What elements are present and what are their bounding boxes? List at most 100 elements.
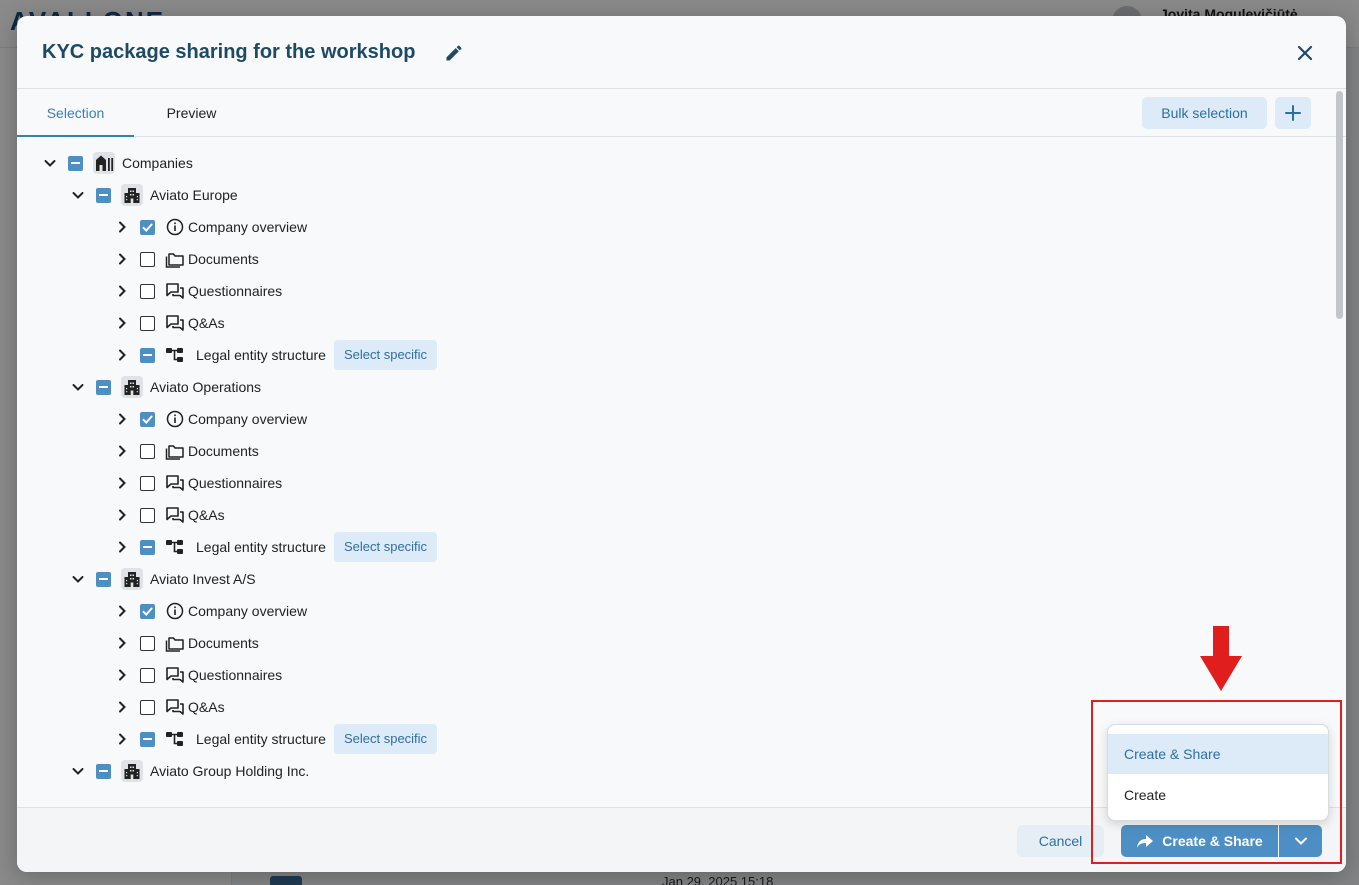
hierarchy-icon: [164, 536, 186, 558]
tree-row-item[interactable]: Documents: [114, 435, 259, 467]
tree-row-company[interactable]: Aviato Operations: [70, 371, 261, 403]
item-label: Company overview: [188, 603, 308, 619]
item-label: Q&As: [188, 507, 225, 523]
tree-row-item[interactable]: Company overview: [114, 595, 307, 627]
scrollbar[interactable]: [1336, 91, 1343, 319]
tree-row-item[interactable]: Q&As: [114, 499, 225, 531]
add-button[interactable]: [1275, 97, 1311, 129]
chat-icon: [164, 504, 186, 526]
highlight-box: [1091, 700, 1342, 864]
item-label: Legal entity structure: [196, 539, 326, 555]
item-label: Documents: [188, 443, 259, 459]
tab-bar: Selection Preview Bulk selection: [17, 89, 1346, 137]
company-name: Aviato Invest A/S: [150, 571, 256, 587]
folder-icon: [164, 248, 186, 270]
item-checkbox[interactable]: [140, 731, 155, 747]
tree-row-item[interactable]: Questionnaires: [114, 659, 282, 691]
tree-row-item[interactable]: Documents: [114, 627, 259, 659]
chevron-right-icon[interactable]: [114, 475, 130, 491]
item-checkbox[interactable]: [140, 219, 155, 235]
chat-icon: [164, 472, 186, 494]
item-checkbox[interactable]: [140, 667, 155, 683]
select-specific-button[interactable]: Select specific: [333, 532, 438, 562]
info-icon: [164, 216, 186, 238]
company-checkbox[interactable]: [96, 187, 111, 203]
item-checkbox[interactable]: [140, 475, 155, 491]
item-checkbox[interactable]: [140, 507, 155, 523]
company-checkbox[interactable]: [96, 379, 111, 395]
tree-row-companies[interactable]: Companies: [42, 147, 193, 179]
chat-icon: [164, 664, 186, 686]
tab-preview[interactable]: Preview: [134, 89, 249, 137]
select-specific-button[interactable]: Select specific: [333, 340, 438, 370]
chevron-right-icon[interactable]: [114, 603, 130, 619]
tree-row-item[interactable]: Company overview: [114, 403, 307, 435]
item-label: Company overview: [188, 219, 308, 235]
building-icon: [121, 760, 143, 782]
companies-checkbox[interactable]: [68, 155, 83, 171]
chevron-right-icon[interactable]: [114, 443, 130, 459]
item-checkbox[interactable]: [140, 443, 155, 459]
item-label: Legal entity structure: [196, 731, 326, 747]
company-name: Aviato Europe: [150, 187, 238, 203]
modal-header: KYC package sharing for the workshop: [17, 16, 1346, 89]
chevron-right-icon[interactable]: [114, 219, 130, 235]
chevron-right-icon[interactable]: [114, 699, 130, 715]
down-arrow-icon: [1200, 626, 1242, 691]
tab-selection[interactable]: Selection: [17, 89, 134, 137]
chevron-down-icon[interactable]: [70, 187, 86, 203]
companies-icon: [93, 152, 115, 174]
chevron-right-icon[interactable]: [114, 667, 130, 683]
chevron-right-icon[interactable]: [114, 315, 130, 331]
tree-row-item[interactable]: Q&As: [114, 307, 225, 339]
edit-icon[interactable]: [444, 43, 464, 63]
tree-row-item[interactable]: Q&As: [114, 691, 225, 723]
chevron-right-icon[interactable]: [114, 539, 130, 555]
item-checkbox[interactable]: [140, 603, 155, 619]
tree-row-company[interactable]: Aviato Europe: [70, 179, 238, 211]
chevron-down-icon[interactable]: [42, 155, 58, 171]
tree-row-item[interactable]: Legal entity structure Select specific: [114, 723, 438, 755]
tree-row-item[interactable]: Questionnaires: [114, 467, 282, 499]
tree-row-company[interactable]: Aviato Invest A/S: [70, 563, 256, 595]
bulk-selection-button[interactable]: Bulk selection: [1142, 97, 1267, 129]
building-icon: [121, 376, 143, 398]
item-checkbox[interactable]: [140, 539, 155, 555]
item-checkbox[interactable]: [140, 347, 155, 363]
item-checkbox[interactable]: [140, 251, 155, 267]
company-checkbox[interactable]: [96, 571, 111, 587]
chevron-right-icon[interactable]: [114, 731, 130, 747]
chat-icon: [164, 280, 186, 302]
select-specific-button[interactable]: Select specific: [333, 724, 438, 754]
chevron-down-icon[interactable]: [70, 763, 86, 779]
company-checkbox[interactable]: [96, 763, 111, 779]
tree-row-item[interactable]: Documents: [114, 243, 259, 275]
item-label: Q&As: [188, 699, 225, 715]
item-checkbox[interactable]: [140, 699, 155, 715]
item-checkbox[interactable]: [140, 283, 155, 299]
info-icon: [164, 600, 186, 622]
item-label: Questionnaires: [188, 475, 283, 491]
item-checkbox[interactable]: [140, 635, 155, 651]
item-label: Documents: [188, 251, 259, 267]
tree-label: Companies: [122, 155, 193, 171]
modal-title: KYC package sharing for the workshop: [42, 41, 416, 63]
chevron-down-icon[interactable]: [70, 571, 86, 587]
tree-row-item[interactable]: Questionnaires: [114, 275, 282, 307]
item-checkbox[interactable]: [140, 315, 155, 331]
hierarchy-icon: [164, 728, 186, 750]
tree-row-item[interactable]: Legal entity structure Select specific: [114, 339, 438, 371]
tree-row-company[interactable]: Aviato Group Holding Inc.: [70, 755, 309, 787]
chevron-right-icon[interactable]: [114, 411, 130, 427]
item-checkbox[interactable]: [140, 411, 155, 427]
chevron-right-icon[interactable]: [114, 507, 130, 523]
chevron-right-icon[interactable]: [114, 251, 130, 267]
chevron-right-icon[interactable]: [114, 347, 130, 363]
chevron-down-icon[interactable]: [70, 379, 86, 395]
chevron-right-icon[interactable]: [114, 283, 130, 299]
tree-row-item[interactable]: Company overview: [114, 211, 307, 243]
chat-icon: [164, 696, 186, 718]
tree-row-item[interactable]: Legal entity structure Select specific: [114, 531, 438, 563]
close-icon[interactable]: [1293, 41, 1317, 65]
chevron-right-icon[interactable]: [114, 635, 130, 651]
